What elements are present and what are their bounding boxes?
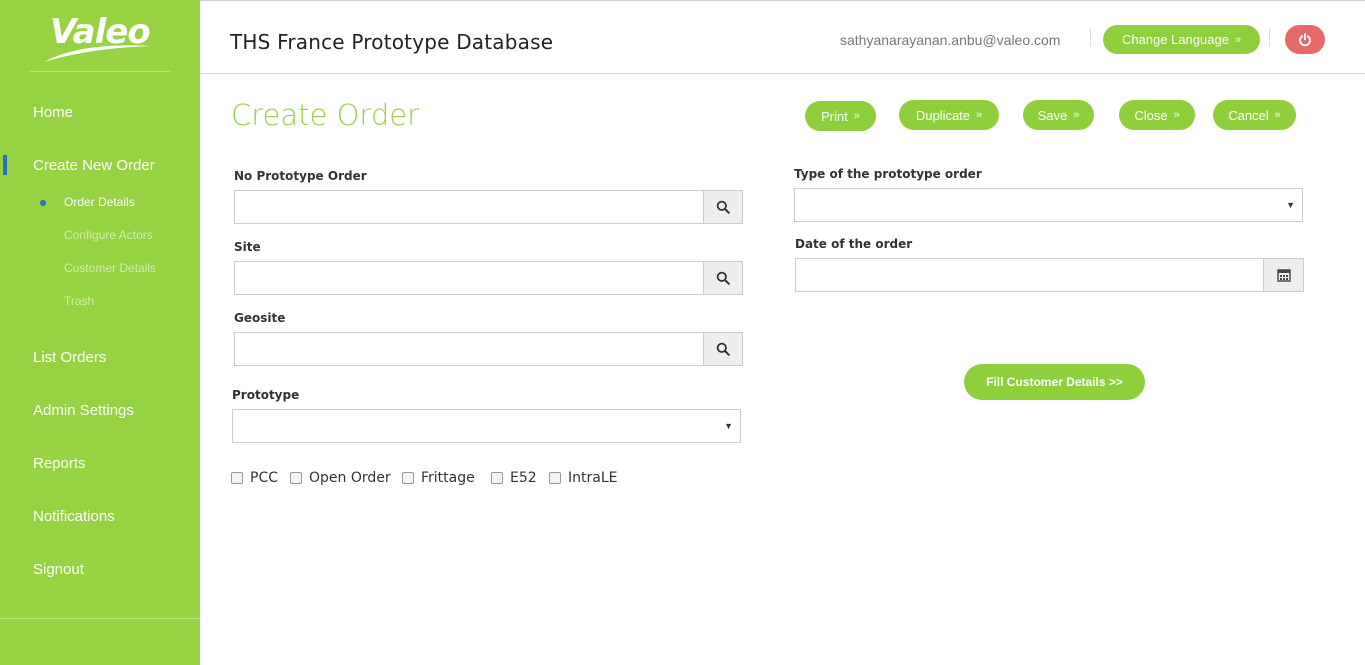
fill-customer-details-button[interactable]: Fill Customer Details >> — [964, 364, 1145, 400]
sidebar-item-home[interactable]: Home — [33, 104, 73, 121]
cancel-button[interactable]: Cancel » — [1213, 100, 1296, 130]
e52-label: E52 — [510, 470, 537, 486]
site-label: Site — [234, 240, 261, 254]
no-prototype-order-input[interactable] — [234, 190, 704, 224]
e52-checkbox[interactable] — [491, 472, 503, 484]
search-icon — [716, 271, 730, 285]
change-language-label: Change Language — [1121, 32, 1229, 47]
geosite-input[interactable] — [234, 332, 704, 366]
sidebar-item-notifications[interactable]: Notifications — [33, 508, 115, 525]
site-search-button[interactable] — [703, 261, 743, 295]
date-picker-button[interactable] — [1263, 258, 1304, 292]
double-chevron-right-icon: » — [1073, 109, 1080, 121]
page-title: Create Order — [231, 98, 419, 132]
power-button[interactable] — [1285, 25, 1325, 54]
sidebar-item-admin-settings[interactable]: Admin Settings — [33, 402, 134, 419]
save-button[interactable]: Save » — [1023, 100, 1094, 130]
double-chevron-right-icon: » — [1234, 33, 1242, 46]
app-title: THS France Prototype Database — [230, 30, 554, 54]
logo-swoosh-icon — [44, 45, 152, 62]
frittage-label: Frittage — [421, 470, 475, 486]
double-chevron-right-icon: » — [976, 109, 983, 121]
save-label: Save — [1037, 107, 1068, 123]
valeo-logo[interactable]: Valeo — [40, 12, 156, 66]
change-language-button[interactable]: Change Language » — [1103, 25, 1260, 54]
duplicate-button[interactable]: Duplicate » — [899, 100, 999, 130]
sidebar-item-list-orders[interactable]: List Orders — [33, 349, 106, 366]
top-header: THS France Prototype Database sathyanara… — [200, 0, 1365, 74]
sidebar-divider-bottom — [0, 618, 200, 619]
intrale-checkbox[interactable] — [549, 472, 561, 484]
sidebar-divider — [30, 71, 170, 72]
close-label: Close — [1134, 107, 1168, 123]
user-email: sathyanarayanan.anbu@valeo.com — [840, 32, 1061, 48]
header-separator — [1090, 29, 1091, 47]
sidebar-subitem-customer-details[interactable]: Customer Details — [64, 261, 156, 275]
intrale-label: IntraLE — [568, 470, 618, 486]
type-of-order-select[interactable]: ▼ — [794, 188, 1303, 222]
geosite-search-button[interactable] — [703, 332, 743, 366]
double-chevron-right-icon: » — [1173, 109, 1180, 121]
calendar-icon — [1276, 269, 1291, 282]
search-icon — [716, 200, 730, 214]
no-prototype-order-search-button[interactable] — [703, 190, 743, 224]
duplicate-label: Duplicate — [915, 107, 971, 123]
active-subitem-dot — [40, 200, 46, 206]
date-of-order-label: Date of the order — [795, 237, 913, 251]
frittage-checkbox[interactable] — [402, 472, 414, 484]
date-of-order-input[interactable] — [795, 258, 1264, 292]
sidebar-subitem-trash[interactable]: Trash — [64, 294, 94, 308]
open-order-label: Open Order — [309, 470, 391, 486]
caret-down-icon: ▼ — [724, 421, 733, 431]
double-chevron-right-icon: » — [853, 110, 860, 122]
pcc-label: PCC — [250, 470, 278, 486]
prototype-label: Prototype — [232, 388, 300, 402]
geosite-label: Geosite — [234, 311, 286, 325]
double-chevron-right-icon: » — [1274, 109, 1281, 121]
sidebar-item-create-new-order[interactable]: Create New Order — [33, 157, 155, 174]
sidebar-subitem-order-details[interactable]: Order Details — [64, 195, 135, 209]
sidebar-item-signout[interactable]: Signout — [33, 561, 84, 578]
close-button[interactable]: Close » — [1119, 100, 1195, 130]
print-label: Print — [821, 108, 848, 124]
cancel-label: Cancel — [1228, 107, 1269, 123]
print-button[interactable]: Print » — [805, 101, 876, 131]
sidebar-subitem-configure-actors[interactable]: Configure Actors — [64, 228, 153, 242]
header-separator — [1269, 29, 1270, 47]
type-of-order-label: Type of the prototype order — [794, 167, 982, 181]
open-order-checkbox[interactable] — [290, 472, 302, 484]
site-input[interactable] — [234, 261, 704, 295]
prototype-select[interactable]: ▼ — [232, 409, 741, 443]
pcc-checkbox[interactable] — [231, 472, 243, 484]
active-indicator — [3, 155, 7, 175]
power-icon — [1299, 32, 1311, 46]
sidebar-item-reports[interactable]: Reports — [33, 455, 86, 472]
no-prototype-order-label: No Prototype Order — [234, 169, 367, 183]
search-icon — [716, 342, 730, 356]
caret-down-icon: ▼ — [1286, 200, 1295, 210]
sidebar: Valeo Home Create New Order Order Detail… — [0, 0, 200, 665]
